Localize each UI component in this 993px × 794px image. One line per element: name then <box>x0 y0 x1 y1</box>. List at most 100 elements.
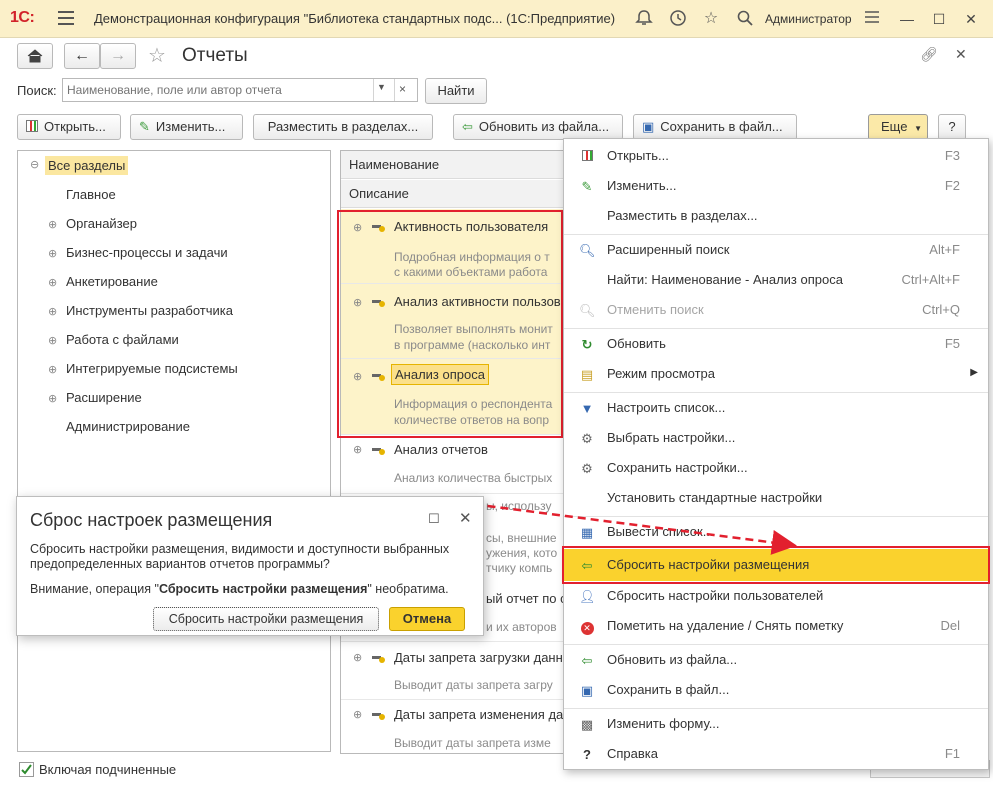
place-in-sections-button[interactable]: Разместить в разделах... <box>253 114 433 140</box>
update-file-icon: ⇦ <box>581 653 593 668</box>
menu-item-edit-form[interactable]: ▩ Изменить форму... <box>564 709 988 739</box>
report-name[interactable]: Даты запрета загрузки данн <box>394 650 563 665</box>
tree-item-extension[interactable]: Расширение <box>66 390 142 405</box>
maximize-icon[interactable]: ☐ <box>927 8 951 30</box>
dialog-warning: Внимание, операция "Сбросить настройки р… <box>30 582 449 596</box>
find-button[interactable]: Найти <box>425 78 487 104</box>
include-subordinate-label[interactable]: Включая подчиненные <box>39 762 176 777</box>
back-button[interactable]: ← <box>64 43 100 69</box>
report-description: Анализ количества быстрых <box>394 471 553 485</box>
settings-menu-icon[interactable] <box>860 8 884 30</box>
expand-icon[interactable]: ⊕ <box>48 247 57 260</box>
report-description: тчику компь <box>486 561 553 575</box>
sections-tree[interactable]: ⊖ Все разделы Главное ⊕ Органайзер ⊕ Биз… <box>17 150 331 752</box>
report-name[interactable]: ый отчет по с <box>486 591 567 606</box>
include-subordinate-checkbox[interactable] <box>19 762 34 777</box>
edit-button[interactable]: ✎ Изменить... <box>130 114 243 140</box>
tree-item-files[interactable]: Работа с файлами <box>66 332 179 347</box>
forward-button[interactable]: → <box>100 43 136 69</box>
tree-item-business-processes[interactable]: Бизнес-процессы и задачи <box>66 245 228 260</box>
more-actions-menu: Открыть... F3 ✎ Изменить... F2 Разместит… <box>563 138 989 770</box>
expand-icon[interactable]: ⊕ <box>48 218 57 231</box>
search-box: ▼ × <box>62 78 418 102</box>
cancel-search-icon: 🔍︎ <box>579 303 596 318</box>
home-button[interactable] <box>17 43 53 69</box>
dropdown-arrow-icon[interactable]: ▼ <box>377 82 386 92</box>
menu-item-update-from-file[interactable]: ⇦ Обновить из файла... <box>564 645 988 675</box>
minimize-icon[interactable]: — <box>895 8 919 30</box>
pencil-icon: ✎ <box>581 179 593 194</box>
report-name[interactable]: Анализ отчетов <box>394 442 488 457</box>
search-input[interactable] <box>67 82 367 98</box>
tree-item-dev-tools[interactable]: Инструменты разработчика <box>66 303 233 318</box>
menu-item-edit[interactable]: ✎ Изменить... F2 <box>564 171 988 201</box>
clear-icon[interactable]: × <box>399 82 406 96</box>
menu-item-select-settings[interactable]: ⚙ Выбрать настройки... <box>564 423 988 453</box>
menu-item-configure-list[interactable]: ▼ Настроить список... <box>564 393 988 423</box>
expand-icon[interactable]: ⊕ <box>353 651 362 664</box>
tree-item-surveys[interactable]: Анкетирование <box>66 274 158 289</box>
report-variant-icon <box>372 710 386 720</box>
column-header-name[interactable]: Наименование <box>341 151 569 179</box>
report-name[interactable]: Даты запрета изменения да <box>394 707 563 722</box>
bell-icon[interactable] <box>634 9 654 29</box>
expand-icon[interactable]: ⊕ <box>353 708 362 721</box>
app-logo: 1С: <box>10 9 35 26</box>
menu-item-open[interactable]: Открыть... F3 <box>564 141 988 171</box>
expand-icon[interactable]: ⊕ <box>48 305 57 318</box>
column-header-description[interactable]: Описание <box>341 180 569 208</box>
link-icon[interactable]: 🔗︎ <box>920 46 938 63</box>
report-description: и их авторов <box>486 620 557 634</box>
report-description: Выводит даты запрета загру <box>394 678 553 692</box>
cancel-button[interactable]: Отмена <box>389 607 465 631</box>
page-title: Отчеты <box>182 45 248 66</box>
menu-item-help[interactable]: ? Справка F1 <box>564 739 988 769</box>
close-icon[interactable]: ✕ <box>459 509 472 527</box>
highlight-frame <box>337 210 563 438</box>
menu-item-place[interactable]: Разместить в разделах... <box>564 201 988 231</box>
search-icon[interactable] <box>735 9 755 29</box>
search-icon: 🔍︎ <box>579 243 596 258</box>
tree-item-main[interactable]: Главное <box>66 187 116 202</box>
menu-item-view-mode[interactable]: ▤ Режим просмотра ▶ <box>564 359 988 389</box>
tree-item-integrated[interactable]: Интегрируемые подсистемы <box>66 361 238 376</box>
collapse-icon[interactable]: ⊖ <box>30 158 39 171</box>
update-file-icon: ⇦ <box>462 119 473 134</box>
favorite-star-icon[interactable]: ☆ <box>148 43 166 68</box>
menu-item-cancel-search[interactable]: 🔍︎ Отменить поиск Ctrl+Q <box>564 295 988 325</box>
close-window-icon[interactable]: ✕ <box>959 8 983 30</box>
report-icon <box>26 120 38 132</box>
help-icon: ? <box>583 747 591 762</box>
title-bar: 1С: Демонстрационная конфигурация "Библи… <box>0 0 993 38</box>
tree-item-all-sections[interactable]: Все разделы <box>45 156 129 175</box>
help-button[interactable]: ? <box>938 114 966 140</box>
current-user[interactable]: Администратор <box>765 12 852 26</box>
main-menu-icon[interactable] <box>58 11 74 25</box>
menu-item-find-by-name[interactable]: Найти: Наименование - Анализ опроса Ctrl… <box>564 265 988 295</box>
tree-item-organizer[interactable]: Органайзер <box>66 216 137 231</box>
maximize-icon[interactable]: ☐ <box>428 511 440 527</box>
expand-icon[interactable]: ⊕ <box>48 276 57 289</box>
update-from-file-button[interactable]: ⇦ Обновить из файла... <box>453 114 623 140</box>
expand-icon[interactable]: ⊕ <box>48 334 57 347</box>
menu-item-reset-user-settings[interactable]: 👤︎ Сбросить настройки пользователей <box>564 581 988 611</box>
report-icon <box>579 149 595 165</box>
more-button[interactable]: Еще ▼ <box>868 114 928 140</box>
settings-select-icon: ⚙ <box>581 431 593 446</box>
menu-item-save-to-file[interactable]: ▣ Сохранить в файл... <box>564 675 988 705</box>
tree-item-administration[interactable]: Администрирование <box>66 419 190 434</box>
confirm-reset-button[interactable]: Сбросить настройки размещения <box>153 607 379 631</box>
expand-icon[interactable]: ⊕ <box>48 392 57 405</box>
expand-icon[interactable]: ⊕ <box>48 363 57 376</box>
favorites-star-icon[interactable]: ☆ <box>701 9 721 29</box>
open-button[interactable]: Открыть... <box>17 114 121 140</box>
menu-item-mark-delete[interactable]: ✕ Пометить на удаление / Снять пометку D… <box>564 611 988 641</box>
menu-item-refresh[interactable]: ↻ Обновить F5 <box>564 329 988 359</box>
menu-item-save-settings[interactable]: ⚙ Сохранить настройки... <box>564 453 988 483</box>
menu-item-advanced-search[interactable]: 🔍︎ Расширенный поиск Alt+F <box>564 235 988 265</box>
arrow-left-icon: ← <box>74 47 90 64</box>
close-form-icon[interactable]: ✕ <box>955 46 967 63</box>
expand-icon[interactable]: ⊕ <box>353 443 362 456</box>
history-icon[interactable] <box>668 9 688 29</box>
save-to-file-button[interactable]: ▣ Сохранить в файл... <box>633 114 797 140</box>
